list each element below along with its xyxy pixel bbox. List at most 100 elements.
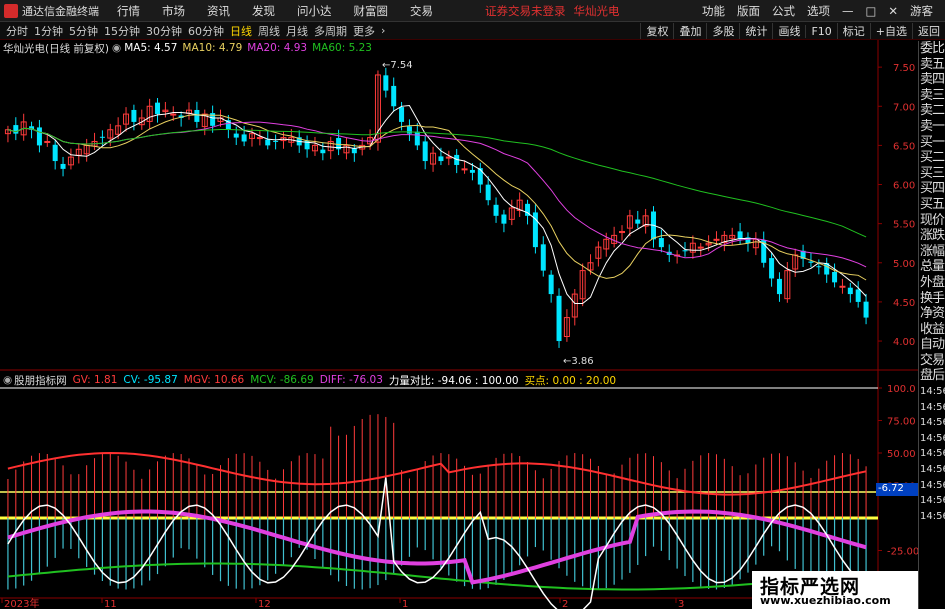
menu-trade[interactable]: 交易: [410, 3, 433, 19]
menu-news[interactable]: 资讯: [207, 3, 230, 19]
sidebar-time: 14:56: [920, 417, 945, 429]
ma60-line: [7, 127, 867, 238]
candle-body: [548, 274, 554, 295]
sidebar-item[interactable]: 买一: [919, 135, 945, 151]
btn-overlay[interactable]: 叠加: [673, 23, 706, 39]
tf-60min[interactable]: 60分钟: [188, 23, 224, 39]
menu-quotes[interactable]: 行情: [117, 3, 140, 19]
maximize-icon[interactable]: □: [865, 4, 876, 18]
force-label: 力量对比: -94.06 : 100.00: [388, 374, 519, 387]
menu-function[interactable]: 功能: [702, 3, 725, 19]
tf-multi[interactable]: 多周期: [314, 23, 347, 39]
sidebar-item[interactable]: 交易: [919, 353, 945, 369]
sidebar-item[interactable]: 卖二: [919, 103, 945, 119]
menu-options[interactable]: 选项: [807, 3, 830, 19]
candle-body: [501, 214, 507, 224]
sidebar-item[interactable]: 委比: [919, 41, 945, 57]
menu-market[interactable]: 市场: [162, 3, 185, 19]
menu-ask[interactable]: 问小达: [297, 3, 332, 19]
candle-body: [131, 109, 137, 122]
buy-label: 买点: 0.00 : 20.00: [524, 374, 617, 387]
tf-30min[interactable]: 30分钟: [146, 23, 182, 39]
candle-body: [477, 168, 483, 185]
tf-monthly[interactable]: 月线: [286, 23, 308, 39]
sidebar-item[interactable]: 自动: [919, 337, 945, 353]
cursor-readout: -6.72: [876, 483, 918, 496]
low-annotation: ←3.86: [563, 356, 594, 367]
sidebar-item[interactable]: 外盘: [919, 275, 945, 291]
sidebar-item[interactable]: 现价: [919, 213, 945, 229]
sidebar-item[interactable]: 换手: [919, 291, 945, 307]
candle-body: [769, 258, 775, 279]
menu-layout[interactable]: 版面: [737, 3, 760, 19]
indicator-name: 股朋指标网: [14, 374, 67, 387]
sidebar-item[interactable]: 总量: [919, 259, 945, 275]
sidebar-item[interactable]: 买四: [919, 181, 945, 197]
sidebar-item[interactable]: 净资: [919, 306, 945, 322]
btn-mark[interactable]: 标记: [836, 23, 870, 39]
sidebar-item[interactable]: 卖四: [919, 72, 945, 88]
date-axis-label: 1: [402, 599, 408, 609]
candle-body: [713, 238, 720, 241]
tf-1min[interactable]: 1分钟: [34, 23, 63, 39]
tf-more[interactable]: 更多: [353, 23, 375, 39]
menu-wealth[interactable]: 财富圈: [354, 3, 389, 19]
sidebar-item[interactable]: 卖三: [919, 88, 945, 104]
tf-5min[interactable]: 5分钟: [69, 23, 98, 39]
sidebar-item[interactable]: 买二: [919, 150, 945, 166]
btn-back[interactable]: 返回: [912, 23, 945, 39]
btn-f10[interactable]: F10: [805, 24, 836, 38]
candle-body: [170, 113, 177, 116]
tf-15min[interactable]: 15分钟: [104, 23, 140, 39]
candle-body: [847, 287, 853, 295]
btn-multi-stock[interactable]: 多股: [706, 23, 739, 39]
candle-body: [99, 136, 105, 138]
candle-body: [399, 107, 405, 122]
sub-axis-label: 100.0: [887, 384, 916, 395]
btn-draw[interactable]: 画线: [772, 23, 805, 39]
candle-body: [194, 109, 200, 122]
sidebar-time: 14:56: [920, 401, 945, 413]
sidebar-item[interactable]: 收益: [919, 322, 945, 338]
btn-stats[interactable]: 统计: [739, 23, 772, 39]
candle-body: [52, 144, 58, 162]
sidebar-item[interactable]: 盘后: [919, 368, 945, 384]
tf-weekly[interactable]: 周线: [258, 23, 280, 39]
current-stock: 华灿光电: [573, 3, 620, 18]
minimize-icon[interactable]: —: [842, 4, 854, 18]
sidebar-item[interactable]: 涨幅: [919, 244, 945, 260]
close-icon[interactable]: ✕: [888, 4, 898, 18]
ma5-label: MA5: 4.57: [124, 42, 178, 54]
app-logo-icon: [4, 3, 18, 18]
settings-icon[interactable]: ◉: [112, 42, 121, 54]
sidebar-item[interactable]: 卖一: [919, 119, 945, 135]
user-guest[interactable]: 游客: [910, 3, 933, 19]
ma10-label: MA10: 4.79: [182, 42, 243, 54]
candle-body: [776, 278, 782, 295]
indicator-settings-icon[interactable]: ◉: [3, 374, 12, 386]
sidebar-item[interactable]: 涨跌: [919, 228, 945, 244]
sidebar-item[interactable]: 卖五: [919, 57, 945, 73]
candle-body: [265, 139, 271, 146]
sidebar-item[interactable]: 买三: [919, 166, 945, 182]
btn-add-watch[interactable]: +自选: [869, 23, 912, 39]
menu-discover[interactable]: 发现: [252, 3, 275, 19]
ma10-line: [7, 114, 867, 281]
chevron-right-icon[interactable]: ›: [381, 24, 385, 37]
gv-label: GV: 1.81: [72, 374, 118, 386]
btn-adjust[interactable]: 复权: [640, 23, 673, 39]
tf-daily[interactable]: 日线: [230, 23, 252, 39]
gv-line: [7, 451, 867, 496]
sidebar-item[interactable]: 买五: [919, 197, 945, 213]
candle-body: [233, 133, 239, 138]
ma60-label: MA60: 5.23: [312, 42, 372, 54]
price-axis-label: 4.50: [893, 298, 915, 309]
price-axis-label: 5.50: [893, 220, 915, 231]
tf-minute[interactable]: 分时: [6, 23, 28, 39]
indicator-header: ◉ 股朋指标网 GV: 1.81 CV: -95.87 MGV: 10.66 M…: [0, 373, 616, 387]
chart-canvas: 7.50 7.00 6.50 6.00 5.50 5.00 4.50 4.00 ←7.54 ←3.…: [0, 40, 918, 609]
login-status[interactable]: 证券交易未登录: [485, 3, 566, 19]
sidebar-time: 14:56: [920, 479, 945, 491]
candle-body: [816, 266, 822, 268]
menu-formula[interactable]: 公式: [772, 3, 795, 19]
